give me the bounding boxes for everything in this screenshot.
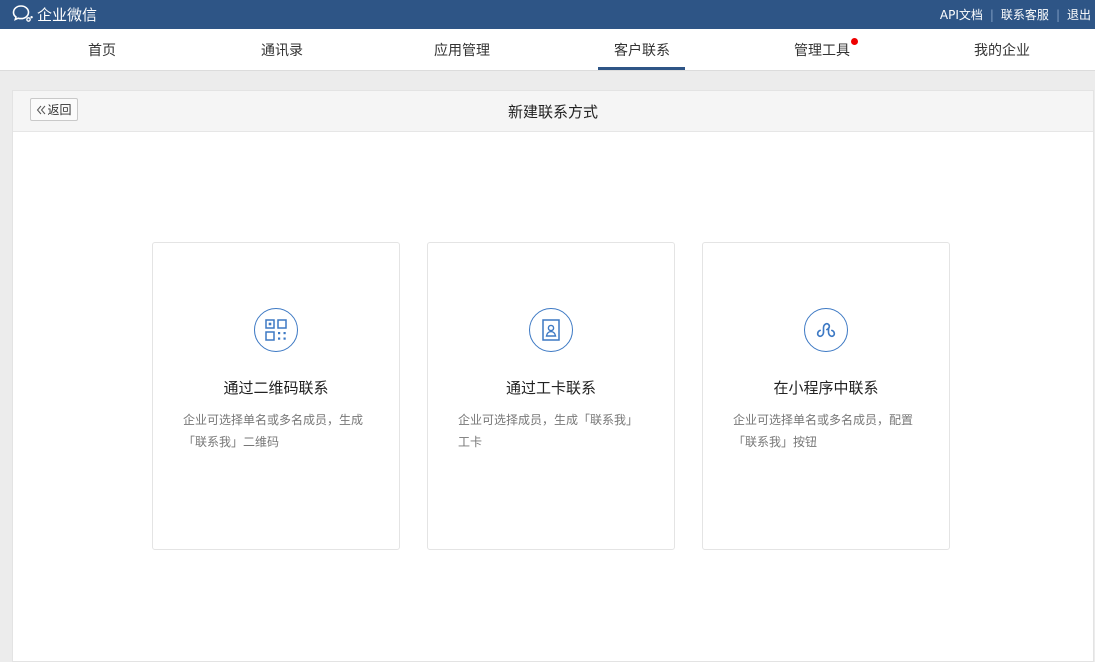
card-title: 在小程序中联系: [773, 379, 879, 397]
top-links: API文档 | 联系客服 | 退出: [940, 0, 1091, 29]
panel-header: 返回 新建联系方式: [13, 91, 1093, 132]
divider: |: [1055, 7, 1060, 22]
card-description: 企业可选择单名或多名成员，配置 「联系我」按钮: [733, 409, 923, 453]
logout-link[interactable]: 退出: [1067, 6, 1091, 23]
nav-item-management-tools[interactable]: 管理工具: [732, 29, 912, 70]
card-title: 通过工卡联系: [505, 379, 596, 397]
main-nav: 首页 通讯录 应用管理 客户联系 管理工具 我的企业: [0, 29, 1095, 71]
nav-label: 应用管理: [434, 42, 490, 59]
nav-item-contacts[interactable]: 通讯录: [192, 29, 372, 70]
qr-code-icon: [265, 319, 287, 341]
card-icon-circle: [254, 308, 298, 352]
card-description: 企业可选择成员，生成「联系我」 工卡: [458, 409, 648, 453]
card-icon-circle: [529, 308, 573, 352]
page-title: 新建联系方式: [507, 102, 598, 121]
card-qr-code[interactable]: 通过二维码联系 企业可选择单名或多名成员，生成 「联系我」二维码: [152, 242, 400, 550]
notification-dot: [851, 38, 858, 45]
nav-label: 客户联系: [614, 42, 670, 59]
app-name: 企业微信: [37, 5, 98, 24]
card-desc-line: 工卡: [458, 435, 483, 449]
active-tab-indicator: [598, 67, 685, 70]
nav-label: 首页: [88, 42, 116, 59]
card-desc-line: 企业可选择单名或多名成员，配置: [733, 413, 914, 427]
card-desc-line: 企业可选择单名或多名成员，生成: [183, 413, 364, 427]
wechat-work-logo-icon: [12, 5, 33, 22]
card-desc-line: 「联系我」按钮: [733, 435, 818, 449]
nav-item-customer-contact[interactable]: 客户联系: [552, 29, 732, 70]
logo[interactable]: 企业微信: [12, 4, 97, 24]
nav-label: 我的企业: [974, 42, 1030, 59]
nav-label: 管理工具: [794, 42, 850, 59]
contact-service-link[interactable]: 联系客服: [1001, 6, 1049, 23]
badge-card-icon: [542, 319, 560, 341]
card-title: 通过二维码联系: [223, 379, 329, 397]
api-docs-link[interactable]: API文档: [940, 6, 983, 23]
card-mini-program[interactable]: 在小程序中联系 企业可选择单名或多名成员，配置 「联系我」按钮: [702, 242, 950, 550]
mini-program-icon: [816, 322, 836, 338]
nav-item-my-company[interactable]: 我的企业: [912, 29, 1092, 70]
nav-label: 通讯录: [261, 42, 303, 59]
card-icon-circle: [804, 308, 848, 352]
nav-item-home[interactable]: 首页: [12, 29, 192, 70]
card-desc-line: 企业可选择成员，生成「联系我」: [458, 413, 639, 427]
card-badge[interactable]: 通过工卡联系 企业可选择成员，生成「联系我」 工卡: [427, 242, 675, 550]
nav-item-apps[interactable]: 应用管理: [372, 29, 552, 70]
card-description: 企业可选择单名或多名成员，生成 「联系我」二维码: [183, 409, 373, 453]
divider: |: [989, 7, 994, 22]
card-desc-line: 「联系我」二维码: [183, 435, 280, 449]
top-bar: 企业微信 API文档 | 联系客服 | 退出: [0, 0, 1095, 29]
